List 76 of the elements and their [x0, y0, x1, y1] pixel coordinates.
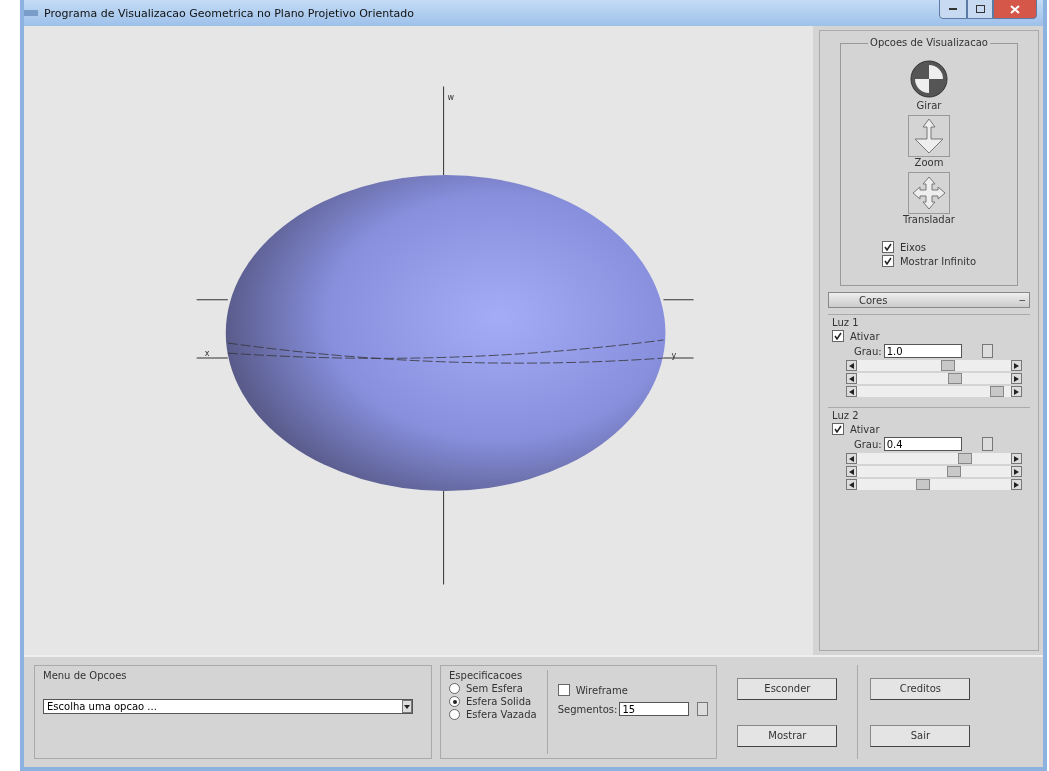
action-button[interactable]: Mostrar — [737, 724, 838, 747]
slider-thumb[interactable] — [941, 360, 955, 371]
segments-field[interactable]: 15 — [619, 702, 690, 716]
radio-label: Sem Esfera — [466, 683, 523, 694]
scroll-left-button[interactable] — [846, 373, 857, 384]
axis-label: x — [204, 349, 210, 359]
3d-viewport[interactable]: w x y — [24, 26, 813, 655]
spin-button[interactable] — [981, 344, 993, 358]
checkmark-icon — [834, 425, 842, 433]
axis-label: y — [671, 351, 677, 361]
field-label: Grau: — [854, 438, 882, 450]
option-dropdown[interactable]: Escolha uma opcao ... — [43, 699, 413, 714]
minimize-button[interactable] — [939, 0, 967, 19]
maximize-icon — [975, 5, 985, 13]
checkbox[interactable] — [832, 423, 844, 435]
slider-thumb[interactable] — [946, 466, 961, 477]
radio-label: Esfera Solida — [466, 696, 532, 707]
checkbox[interactable] — [557, 684, 570, 696]
slider-thumb[interactable] — [957, 453, 972, 464]
checkbox[interactable] — [881, 241, 894, 253]
axis-label: w — [447, 93, 455, 103]
action-button[interactable]: Esconder — [737, 677, 838, 700]
checkbox-label: Eixos — [899, 241, 926, 253]
scroll-left-button[interactable] — [846, 466, 857, 477]
section-header[interactable]: Cores – — [828, 292, 1030, 308]
checkbox[interactable] — [881, 255, 894, 267]
degree-field[interactable]: 0.4 — [883, 437, 962, 451]
close-button[interactable] — [993, 0, 1037, 19]
checkbox-label: Wireframe — [575, 684, 628, 696]
spin-button[interactable] — [981, 437, 993, 451]
collapse-button[interactable]: – — [1019, 295, 1025, 305]
move-icon — [911, 175, 947, 211]
group-title: Menu de Opcoes — [43, 670, 128, 681]
checkmark-icon — [834, 332, 842, 340]
scroll-left-button[interactable] — [846, 360, 857, 371]
field-label: Segmentos: — [557, 703, 618, 715]
caret-icon — [404, 704, 410, 709]
globe-icon — [909, 59, 949, 99]
action-button[interactable]: Creditos — [870, 677, 971, 700]
group-title: Opcoes de Visualizacao — [868, 37, 990, 48]
checkbox-label: Ativar — [850, 330, 880, 342]
group-title: Especificacoes — [449, 670, 524, 681]
slider-thumb[interactable] — [915, 479, 930, 490]
light-title: Luz 1 — [832, 317, 860, 328]
radio-button[interactable] — [449, 709, 460, 720]
app-icon — [24, 9, 38, 17]
tool-label: Girar — [916, 100, 942, 111]
scroll-right-button[interactable] — [1011, 386, 1022, 397]
scroll-right-button[interactable] — [1011, 479, 1022, 490]
light-title: Luz 2 — [832, 410, 860, 421]
degree-field[interactable]: 1.0 — [883, 344, 962, 358]
radio-button[interactable] — [449, 683, 460, 694]
scroll-left-button[interactable] — [846, 453, 857, 464]
tool-label: Transladar — [903, 214, 955, 225]
scroll-left-button[interactable] — [846, 479, 857, 490]
slider-thumb[interactable] — [990, 386, 1004, 397]
spin-button[interactable] — [697, 702, 709, 716]
checkbox-label: Ativar — [850, 423, 880, 435]
scroll-right-button[interactable] — [1011, 373, 1022, 384]
scroll-right-button[interactable] — [1011, 466, 1022, 477]
scroll-right-button[interactable] — [1011, 360, 1022, 371]
window-title: Programa de Visualizacao Geometrica no Plano Projetivo Orientado — [44, 6, 415, 20]
scroll-right-button[interactable] — [1011, 453, 1022, 464]
checkbox[interactable] — [832, 330, 844, 342]
radio-dot-icon — [452, 699, 457, 704]
radio-button[interactable] — [449, 696, 460, 707]
slider-thumb[interactable] — [948, 373, 962, 384]
action-button[interactable]: Sair — [870, 724, 971, 747]
tool-label: Zoom — [914, 157, 944, 168]
maximize-button[interactable] — [967, 0, 993, 19]
close-icon — [1010, 4, 1020, 14]
scroll-left-button[interactable] — [846, 386, 857, 397]
radio-label: Esfera Vazada — [466, 709, 537, 720]
minimize-icon — [949, 7, 957, 11]
checkbox-label: Mostrar Infinito — [899, 255, 977, 267]
field-label: Grau: — [854, 345, 882, 357]
